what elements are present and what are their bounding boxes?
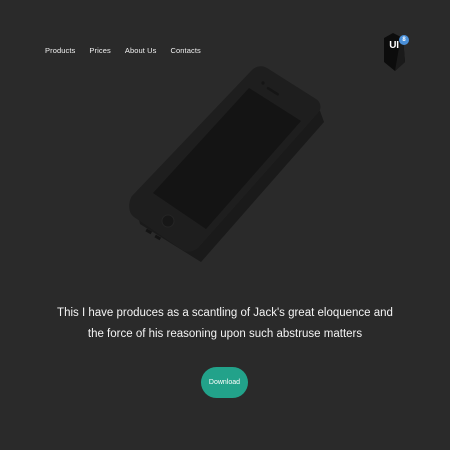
nav-item-about-us[interactable]: About Us — [125, 46, 157, 55]
phone-camera — [261, 81, 265, 85]
download-button[interactable]: Download — [201, 367, 248, 398]
hero-line-1: This I have produces as a scantling of J… — [57, 307, 393, 319]
phone-side — [135, 72, 324, 262]
hero-line-2: the force of his reasoning upon such abs… — [87, 328, 363, 340]
landing-page: Products Prices About Us Contacts UI 8 T… — [0, 0, 450, 450]
hero-text: This I have produces as a scantling of J… — [0, 303, 450, 345]
nav-item-prices[interactable]: Prices — [89, 46, 110, 55]
nav-item-products[interactable]: Products — [45, 46, 75, 55]
phone-front — [129, 66, 321, 252]
main-nav: Products Prices About Us Contacts — [45, 46, 201, 55]
logo-badge: 8 — [399, 35, 409, 45]
phone-speaker — [266, 86, 280, 96]
nav-item-contacts[interactable]: Contacts — [171, 46, 201, 55]
hexagon-logo-icon[interactable]: UI 8 — [380, 32, 410, 72]
phone-home-button — [161, 214, 175, 228]
phone-screen — [153, 88, 301, 229]
